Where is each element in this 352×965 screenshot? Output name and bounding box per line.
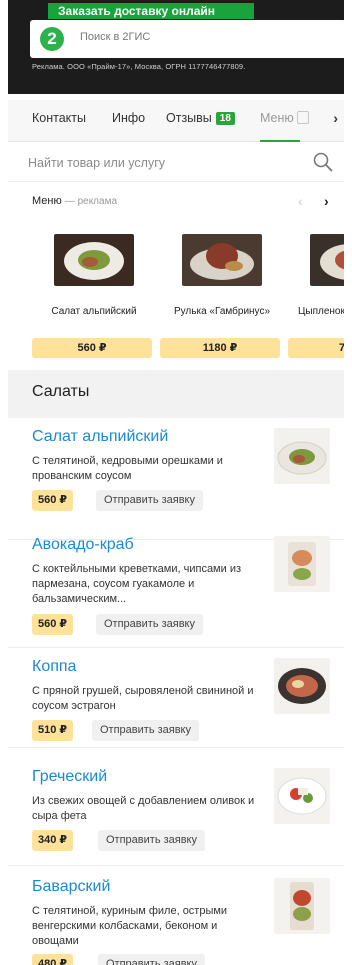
menu-item[interactable]: Греческий Из свежих овощей с добавлением…: [8, 758, 344, 866]
dish-photo[interactable]: [274, 428, 330, 484]
menu-item[interactable]: Коппа С пряной грушей, сыровяленой свини…: [8, 648, 344, 748]
section-title: Салаты: [32, 383, 90, 400]
banner-search-text: Поиск в 2ГИС: [80, 31, 151, 43]
dish-photo[interactable]: [274, 768, 330, 824]
search-input[interactable]: [28, 153, 298, 173]
dish-name[interactable]: Баварский: [32, 878, 110, 896]
send-request-button[interactable]: Отправить заявку: [92, 720, 199, 741]
ad-item-price: 760: [288, 338, 344, 358]
tab-contacts[interactable]: Контакты: [32, 111, 86, 125]
ads-title: Меню: [32, 195, 62, 207]
ad-card[interactable]: Цыпленок 760: [288, 228, 344, 363]
chevron-right-icon[interactable]: ›: [333, 110, 338, 126]
menu-item[interactable]: Авокадо-краб С коктейльными креветками, …: [8, 526, 344, 648]
tab-contacts-label: Контакты: [32, 111, 86, 125]
dish-price: 560 ₽: [32, 490, 74, 511]
banner-search-box[interactable]: 2 Поиск в 2ГИС: [30, 20, 344, 58]
dish-photo: [310, 234, 344, 286]
search-icon[interactable]: [312, 151, 334, 173]
dish-price: 480 ₽: [32, 954, 74, 965]
ad-card[interactable]: Рулька «Гамбринус» 1180 ₽: [160, 228, 280, 363]
tab-bar: Контакты Инфо Отзывы 18 Меню ›: [8, 100, 344, 142]
reviews-count-badge: 18: [215, 112, 235, 125]
dish-name[interactable]: Авокадо-краб: [32, 536, 134, 554]
dish-description: С телятиной, куриным филе, острыми венге…: [32, 905, 228, 947]
tab-reviews[interactable]: Отзывы 18: [166, 111, 235, 125]
tab-menu-label: Меню: [260, 111, 294, 125]
chevron-right-icon[interactable]: ›: [324, 193, 329, 209]
dish-description: С телятиной, кедровыми орешками и прован…: [32, 455, 223, 482]
tab-info-label: Инфо: [112, 111, 146, 125]
dish-price: 510 ₽: [32, 720, 74, 741]
chevron-left-icon[interactable]: ‹: [298, 193, 303, 209]
dish-photo[interactable]: [274, 658, 330, 714]
menu-item[interactable]: Салат альпийский С телятиной, кедровыми …: [8, 418, 344, 540]
dish-price: 560 ₽: [32, 614, 74, 635]
ads-subtitle: — реклама: [64, 196, 118, 207]
dish-name[interactable]: Греческий: [32, 768, 107, 786]
ad-item-name: Цыпленок: [298, 306, 344, 317]
banner-legal-text: Реклама. ООО «Прайм-17», Москва, ОГРН 11…: [32, 62, 246, 71]
dish-photo: [54, 234, 134, 286]
send-request-button[interactable]: Отправить заявку: [98, 830, 205, 851]
dish-description: Из свежих овощей с добавлением оливок и …: [32, 795, 255, 822]
ad-item-name: Салат альпийский: [51, 306, 137, 317]
send-request-button[interactable]: Отправить заявку: [96, 490, 203, 511]
ad-item-price: 560 ₽: [32, 338, 152, 358]
dish-description: С коктейльными креветками, чипсами из па…: [32, 563, 242, 605]
menu-count-badge: [296, 111, 309, 124]
2gis-logo: 2: [40, 27, 64, 51]
tab-menu[interactable]: Меню: [260, 111, 309, 125]
dish-price: 340 ₽: [32, 830, 74, 851]
tab-info[interactable]: Инфо: [112, 111, 145, 125]
dish-photo[interactable]: [274, 878, 330, 934]
dish-name[interactable]: Салат альпийский: [32, 428, 168, 446]
ad-card[interactable]: Салат альпийский 560 ₽: [32, 228, 152, 363]
order-delivery-banner-text[interactable]: Заказать доставку онлайн: [48, 3, 254, 19]
dish-photo[interactable]: [274, 536, 330, 592]
ad-banner[interactable]: Заказать доставку онлайн 2 Поиск в 2ГИС …: [8, 0, 344, 94]
ads-header: Меню — реклама: [32, 195, 117, 207]
dish-name[interactable]: Коппа: [32, 658, 76, 676]
send-request-button[interactable]: Отправить заявку: [98, 954, 205, 965]
ads-carousel: Салат альпийский 560 ₽ Рулька «Гамбринус…: [8, 228, 344, 368]
ad-item-price: 1180 ₽: [160, 338, 280, 358]
send-request-button[interactable]: Отправить заявку: [96, 614, 203, 635]
tab-reviews-label: Отзывы: [166, 111, 212, 125]
dish-photo: [182, 234, 262, 286]
section-header: Салаты: [8, 370, 344, 418]
menu-item[interactable]: Баварский С телятиной, куриным филе, ост…: [8, 868, 344, 965]
product-search: [8, 142, 344, 182]
ad-item-name: Рулька «Гамбринус»: [173, 306, 270, 317]
dish-description: С пряной грушей, сыровяленой свининой и …: [32, 685, 254, 712]
